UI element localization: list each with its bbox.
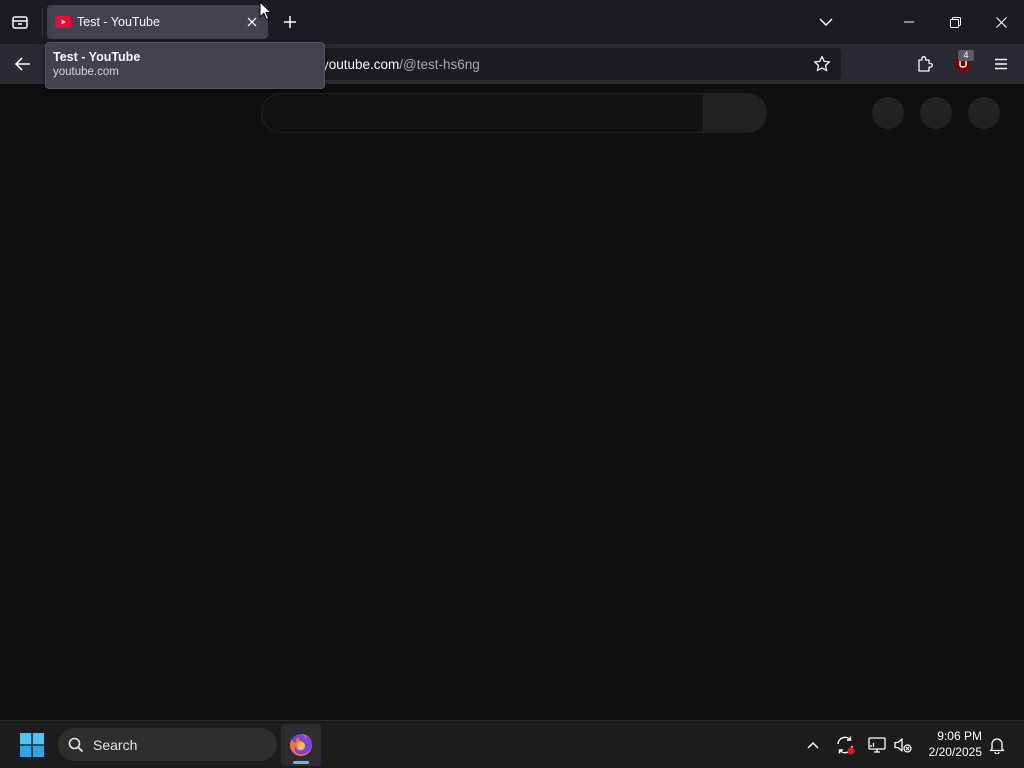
running-indicator [293,761,309,764]
search-button-placeholder [703,93,767,133]
start-button[interactable] [14,727,50,763]
url-path: /@test-hs6ng [399,56,480,72]
tooltip-url: youtube.com [53,66,119,78]
taskbar-search-label: Search [93,736,138,753]
youtube-icon [55,16,71,28]
restore-button[interactable] [932,0,978,44]
tab-strip: Test - YouTube [0,0,1024,44]
search-icon [68,737,84,752]
clock-time: 9:06 PM [937,729,982,743]
tab-list-icon [12,16,28,29]
bell-icon [989,738,1005,754]
firefox-taskbar-button[interactable] [281,724,321,766]
back-arrow-icon [15,57,30,71]
tab-youtube[interactable]: Test - YouTube [47,5,268,39]
page-content [0,84,1024,720]
search-box-placeholder [261,93,704,133]
tab-list-button[interactable] [5,7,35,37]
sync-icon [837,736,855,755]
url-host: youtube.com [322,56,400,72]
tab-tooltip: Test - YouTube youtube.com [45,42,325,89]
mouse-cursor-icon [259,1,273,21]
list-all-tabs-button[interactable] [812,8,840,36]
windows-logo-icon [20,733,44,757]
close-icon [995,16,1007,28]
new-tab-button[interactable] [276,8,304,36]
notifications-button[interactable] [985,733,1009,757]
star-icon [813,55,831,72]
system-clock[interactable]: 9:06 PM 2/20/2025 [916,728,982,760]
url-bar[interactable]: youtube.com/@test-hs6ng [296,48,841,80]
volume-muted-icon [894,738,912,753]
minimize-button[interactable] [886,0,932,44]
tab-title: Test - YouTube [77,15,160,29]
network-button[interactable] [865,733,889,757]
puzzle-icon [918,56,933,72]
extensions-button[interactable] [911,50,939,78]
sync-status-button[interactable] [833,733,857,757]
firefox-icon [290,733,313,756]
show-hidden-icons-button[interactable] [801,733,825,757]
volume-button[interactable] [891,733,915,757]
plus-icon [284,16,296,28]
back-button[interactable] [8,49,38,79]
bookmark-button[interactable] [811,53,833,75]
clock-date: 2/20/2025 [928,745,982,759]
icon-placeholder [872,97,904,129]
restore-icon [949,16,961,28]
tooltip-title: Test - YouTube [53,50,141,64]
app-menu-button[interactable] [987,50,1015,78]
avatar-placeholder [968,97,1000,129]
close-window-button[interactable] [978,0,1024,44]
tab-separator [42,8,43,36]
taskbar: Search 9:06 PM 2/20/2025 [0,720,1024,768]
taskbar-search[interactable]: Search [58,728,277,761]
chevron-down-icon [819,18,833,27]
close-icon [247,17,257,27]
hamburger-menu-icon [995,58,1007,70]
network-icon [868,737,886,753]
chevron-up-icon [807,741,819,749]
ublock-badge: 4 [958,50,974,61]
icon-placeholder [920,97,952,129]
minimize-icon [904,21,914,23]
